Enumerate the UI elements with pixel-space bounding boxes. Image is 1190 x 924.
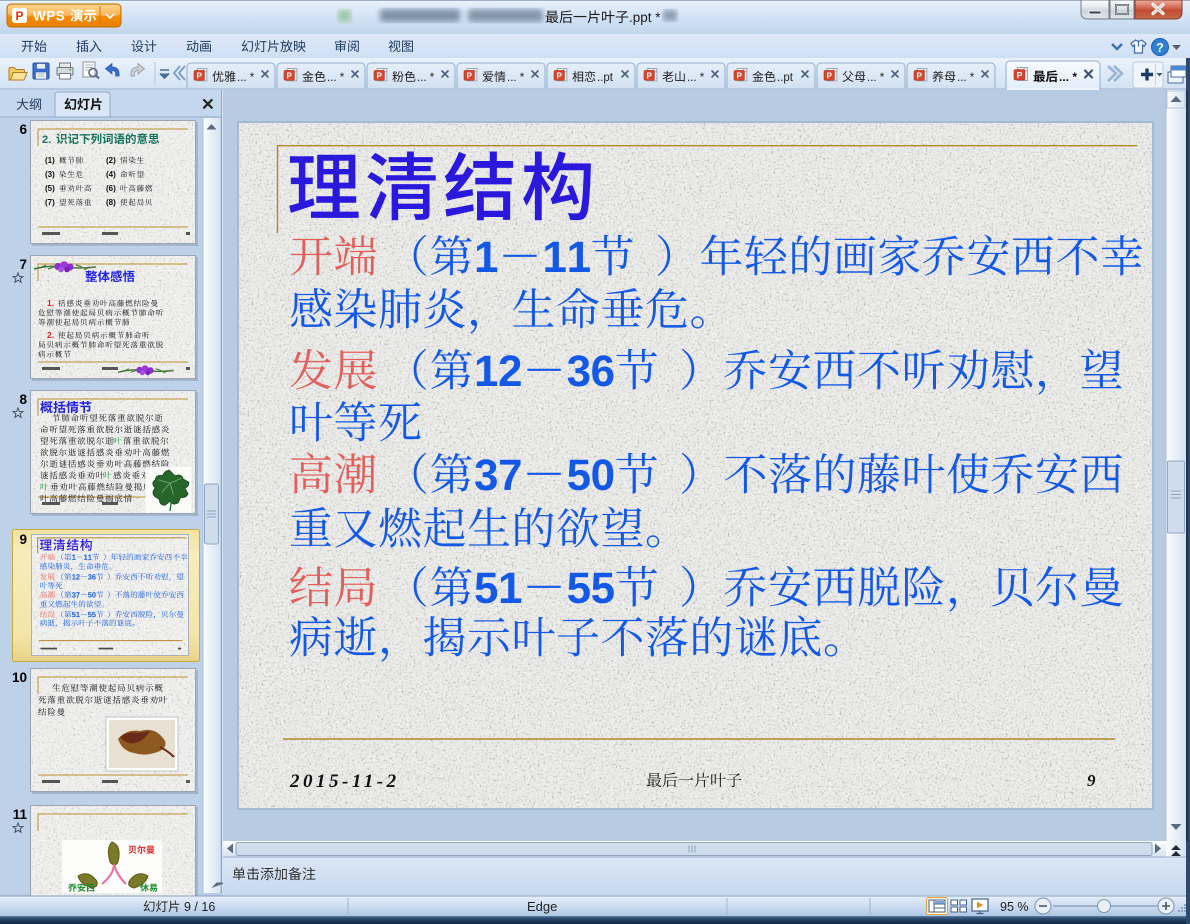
svg-text:(3): (3): [45, 170, 55, 179]
svg-text:..pt: ..pt: [597, 72, 614, 84]
svg-text:... *: ... *: [867, 72, 885, 84]
svg-text:P: P: [196, 71, 202, 80]
svg-text:P: P: [646, 71, 652, 80]
svg-text:... *: ... *: [417, 72, 435, 84]
svg-text:(6): (6): [106, 184, 116, 193]
svg-text:Edge: Edge: [527, 899, 557, 914]
svg-text:.ppt *: .ppt *: [629, 10, 661, 25]
svg-text:(7): (7): [45, 198, 55, 207]
svg-text:WPS: WPS: [33, 9, 65, 24]
svg-text:P: P: [556, 71, 562, 80]
svg-text:2.: 2.: [47, 330, 54, 340]
svg-text:(8): (8): [106, 198, 116, 207]
svg-text:P: P: [466, 71, 472, 80]
svg-text:2.: 2.: [42, 134, 51, 146]
svg-text:(2): (2): [106, 156, 116, 165]
svg-text:11: 11: [13, 807, 28, 822]
svg-text:9: 9: [1087, 771, 1096, 790]
svg-text:... *: ... *: [327, 72, 345, 84]
svg-text:?: ?: [1156, 41, 1164, 55]
svg-text:P: P: [15, 9, 23, 23]
svg-text:P: P: [916, 71, 922, 80]
svg-text:8: 8: [19, 392, 27, 407]
svg-text:9 / 16: 9 / 16: [184, 900, 215, 914]
svg-text:2015-11-2: 2015-11-2: [289, 771, 400, 792]
svg-text:(1): (1): [45, 156, 55, 165]
svg-text:... *: ... *: [237, 72, 255, 84]
svg-text:... *: ... *: [957, 72, 975, 84]
svg-text:P: P: [286, 71, 292, 80]
svg-text:(4): (4): [106, 170, 116, 179]
svg-text:... *: ... *: [687, 72, 705, 84]
svg-text:9: 9: [19, 532, 27, 547]
svg-text:10: 10: [12, 670, 27, 685]
svg-text:7: 7: [19, 257, 27, 272]
svg-text:P: P: [826, 71, 832, 80]
svg-text:..pt: ..pt: [777, 72, 794, 84]
svg-text:... *: ... *: [507, 72, 525, 84]
svg-text:P: P: [736, 71, 742, 80]
svg-text:(5): (5): [45, 184, 55, 193]
svg-text:6: 6: [19, 122, 27, 137]
svg-text:1.: 1.: [47, 298, 54, 308]
svg-text:95 %: 95 %: [1000, 900, 1029, 914]
svg-text:P: P: [1017, 70, 1023, 80]
svg-text:P: P: [376, 71, 382, 80]
svg-text:... *: ... *: [1059, 70, 1077, 84]
